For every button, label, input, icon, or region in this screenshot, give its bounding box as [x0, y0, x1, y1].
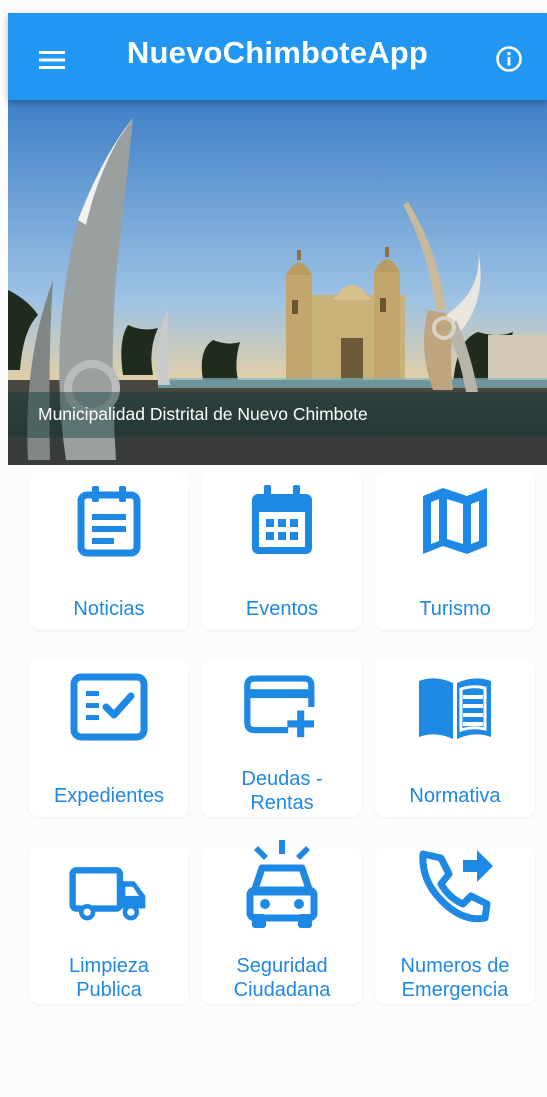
- hero-caption-text: Municipalidad Distrital de Nuevo Chimbot…: [38, 404, 368, 424]
- menu-card-eventos[interactable]: Eventos: [202, 472, 362, 630]
- app-bar: NuevoChimboteApp: [8, 13, 547, 100]
- info-icon: [496, 46, 522, 72]
- book-icon: [415, 665, 495, 749]
- credit-card-add-icon: [242, 665, 322, 749]
- news-icon: [69, 478, 149, 562]
- menu-card-limpieza[interactable]: Limpieza Publica: [29, 846, 189, 1004]
- menu-card-normativa[interactable]: Normativa: [375, 659, 535, 817]
- menu-card-label: Expedientes: [53, 785, 165, 807]
- menu-card-label: Eventos: [245, 598, 319, 620]
- menu-card-emergencia[interactable]: Numeros de Emergencia: [375, 846, 535, 1004]
- menu-card-label: Numeros de Emergencia: [400, 955, 510, 1001]
- info-button[interactable]: [489, 39, 529, 79]
- calendar-icon: [242, 478, 322, 562]
- menu-card-expedientes[interactable]: Expedientes: [29, 659, 189, 817]
- menu-card-label: Seguridad Ciudadana: [233, 955, 331, 1001]
- menu-card-label: Turismo: [419, 598, 491, 620]
- menu-card-turismo[interactable]: Turismo: [375, 472, 535, 630]
- hero-caption: Municipalidad Distrital de Nuevo Chimbot…: [8, 392, 547, 438]
- map-icon: [415, 478, 495, 562]
- menu-card-label: Deudas - Rentas: [241, 768, 323, 814]
- menu-card-label: Normativa: [409, 785, 501, 807]
- menu-card-label: Limpieza Publica: [68, 955, 150, 1001]
- checklist-icon: [69, 665, 149, 749]
- menu-card-noticias[interactable]: Noticias: [29, 472, 189, 630]
- menu-card-seguridad[interactable]: Seguridad Ciudadana: [202, 840, 362, 1004]
- truck-icon: [69, 852, 149, 936]
- app-screen: NuevoChimboteApp Municipalidad Distrital…: [0, 0, 547, 1097]
- police-car-icon: [242, 836, 322, 936]
- phone-forwarded-icon: [415, 842, 495, 926]
- menu-card-label: Noticias: [73, 598, 145, 620]
- hero-banner: Municipalidad Distrital de Nuevo Chimbot…: [8, 100, 547, 465]
- app-title: NuevoChimboteApp: [126, 35, 429, 70]
- menu-card-deudas[interactable]: Deudas - Rentas: [202, 659, 362, 817]
